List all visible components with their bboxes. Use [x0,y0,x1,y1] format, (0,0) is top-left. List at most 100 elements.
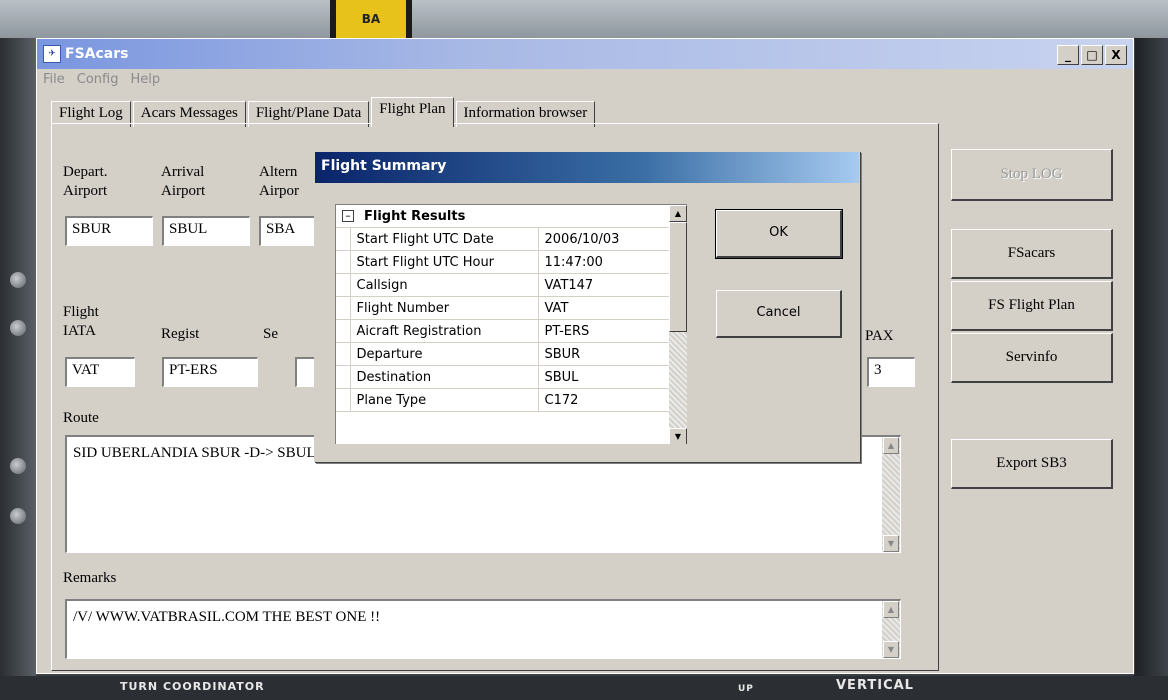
result-key: Aicraft Registration [349,319,539,343]
alternate-label-line1: Altern [259,164,298,180]
flight-summary-dialog: Flight Summary – Flight Results Start Fl… [314,151,860,462]
result-key: Plane Type [349,388,539,412]
result-value: 2006/10/03 [537,227,670,251]
window-title: FSAcars [65,46,129,62]
scroll-up-icon[interactable]: ▲ [883,437,899,454]
row-gutter [336,296,351,320]
scroll-up-icon[interactable]: ▲ [883,601,899,618]
row-gutter [336,365,351,389]
alternate-airport-label: Altern Airpor [259,163,299,201]
result-value: 11:47:00 [537,250,670,274]
alternate-airport-field[interactable]: SBA [259,216,319,246]
row-gutter [336,227,351,251]
vertical-speed-label: VERTICAL [836,678,914,693]
yellow-tape-label: BA [330,0,412,38]
title-bar[interactable]: ✈ FSAcars _ □ X [37,39,1133,69]
result-key: Destination [349,365,539,389]
scroll-thumb[interactable] [669,222,687,332]
depart-airport-field[interactable]: SBUR [65,216,153,246]
row-gutter [336,388,351,412]
results-table: Start Flight UTC Date 2006/10/03 Start Fli… [336,227,670,412]
depart-label-line2: Airport [63,183,108,199]
result-value: VAT147 [537,273,670,297]
cancel-button[interactable]: Cancel [716,290,842,338]
minimize-button[interactable]: _ [1057,45,1079,65]
flight-label-line1: Flight [63,304,99,320]
regist-field[interactable]: PT-ERS [162,357,258,387]
fs-flight-plan-button[interactable]: FS Flight Plan [951,281,1113,331]
gauge-up-label: UP [738,684,754,694]
result-value: VAT [537,296,670,320]
table-row[interactable]: Plane Type C172 [336,388,670,412]
cockpit-top-panel: BA [0,0,1168,38]
arrival-airport-label: Arrival Airport [161,163,205,201]
menu-bar: File Config Help [37,69,166,91]
table-row[interactable]: Departure SBUR [336,342,670,366]
remarks-text: /V/ WWW.VATBRASIL.COM THE BEST ONE !! [73,609,381,625]
alternate-label-line2: Airpor [259,183,299,199]
result-key: Callsign [349,273,539,297]
dialog-title[interactable]: Flight Summary [315,152,859,183]
depart-airport-label: Depart. Airport [63,163,108,201]
flight-results-grid[interactable]: – Flight Results Start Flight UTC Date 20… [335,204,687,444]
route-label: Route [63,410,99,426]
row-gutter [336,319,351,343]
result-key: Departure [349,342,539,366]
remarks-textarea[interactable]: /V/ WWW.VATBRASIL.COM THE BEST ONE !! ▲ … [65,599,901,659]
row-gutter [336,250,351,274]
se-label: Se [263,326,278,342]
result-value: SBUL [537,365,670,389]
table-row[interactable]: Destination SBUL [336,365,670,389]
pax-label: PAX [865,328,894,344]
cockpit-knob-icon [10,458,26,474]
remarks-label: Remarks [63,570,117,586]
arrival-label-line1: Arrival [161,164,205,180]
cockpit-right-edge [1134,38,1168,700]
scroll-down-icon[interactable]: ▼ [669,428,687,444]
grid-scrollbar[interactable]: ▲ ▼ [669,205,687,444]
menu-help[interactable]: Help [124,69,166,91]
pax-field[interactable]: 3 [867,357,915,387]
cockpit-left-edge [0,38,36,700]
tab-flight-plan[interactable]: Flight Plan [371,97,454,127]
row-gutter [336,342,351,366]
fsacars-button[interactable]: FSacars [951,229,1113,279]
turn-coordinator-label: TURN COORDINATOR [120,680,265,693]
collapse-icon[interactable]: – [342,210,354,222]
route-scrollbar[interactable]: ▲ ▼ [882,437,900,552]
flight-results-title: Flight Results [364,208,466,224]
result-value: SBUR [537,342,670,366]
regist-label: Regist [161,326,200,342]
arrival-label-line2: Airport [161,183,206,199]
table-row[interactable]: Flight Number VAT [336,296,670,320]
remarks-scrollbar[interactable]: ▲ ▼ [882,601,900,658]
ok-button[interactable]: OK [715,209,843,259]
menu-file[interactable]: File [37,69,71,91]
cockpit-knob-icon [10,272,26,288]
table-row[interactable]: Callsign VAT147 [336,273,670,297]
result-key: Flight Number [349,296,539,320]
menu-config[interactable]: Config [71,69,125,91]
scroll-down-icon[interactable]: ▼ [883,641,899,658]
flight-iata-field[interactable]: VAT [65,357,135,387]
scroll-down-icon[interactable]: ▼ [883,535,899,552]
fsacars-app-icon: ✈ [43,45,61,63]
scroll-up-icon[interactable]: ▲ [669,205,687,222]
flight-label-line2: IATA [63,323,96,339]
close-button[interactable]: X [1105,45,1127,65]
export-sb3-button[interactable]: Export SB3 [951,439,1113,489]
arrival-airport-field[interactable]: SBUL [162,216,250,246]
stop-log-button[interactable]: Stop LOG [951,149,1113,201]
result-value: C172 [537,388,670,412]
flight-results-group[interactable]: – Flight Results [336,205,670,227]
servinfo-button[interactable]: Servinfo [951,333,1113,383]
flight-iata-label: Flight IATA [63,303,99,341]
cockpit-knob-icon [10,320,26,336]
maximize-button[interactable]: □ [1081,45,1103,65]
result-value: PT-ERS [537,319,670,343]
depart-label-line1: Depart. [63,164,108,180]
table-row[interactable]: Start Flight UTC Date 2006/10/03 [336,227,670,251]
cockpit-knob-icon [10,508,26,524]
table-row[interactable]: Start Flight UTC Hour 11:47:00 [336,250,670,274]
table-row[interactable]: Aicraft Registration PT-ERS [336,319,670,343]
